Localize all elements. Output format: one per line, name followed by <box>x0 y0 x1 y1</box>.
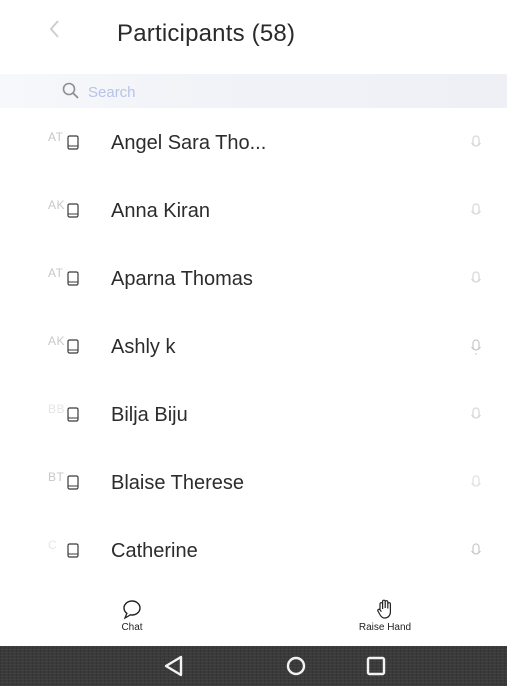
chevron-left-icon <box>49 20 59 38</box>
android-nav-bar <box>0 646 507 686</box>
microphone-icon <box>471 135 481 147</box>
mobile-device-icon <box>67 203 79 218</box>
raise-hand-icon <box>377 599 391 619</box>
participant-row[interactable]: AK Ashly k <box>0 314 507 382</box>
chat-label: Chat <box>121 622 143 633</box>
participant-row[interactable]: AT Aparna Thomas <box>0 246 507 314</box>
participant-name: Angel Sara Tho... <box>111 132 267 154</box>
mobile-device-icon <box>67 271 79 286</box>
raise-hand-button[interactable]: Raise Hand <box>340 596 430 644</box>
mobile-device-icon <box>67 135 79 150</box>
microphone-icon <box>471 271 481 283</box>
mobile-device-icon <box>67 543 79 558</box>
avatar-initials: AT <box>48 266 64 280</box>
participant-list: AT Angel Sara Tho... AK Anna Kiran AT Ap… <box>0 110 507 590</box>
avatar-initials: AT <box>48 130 64 144</box>
participant-row[interactable]: AK Anna Kiran <box>0 178 507 246</box>
avatar-initials: AK <box>48 334 66 348</box>
nav-back-icon[interactable] <box>159 652 191 680</box>
raise-hand-label: Raise Hand <box>358 622 412 633</box>
avatar-initials: AK <box>48 198 66 212</box>
microphone-icon <box>471 339 481 355</box>
page-title: Participants (58) <box>117 20 296 47</box>
search-icon <box>62 82 79 99</box>
back-button[interactable] <box>40 14 70 44</box>
chat-bubble-icon <box>123 600 141 620</box>
search-bar[interactable] <box>0 74 507 108</box>
participant-row[interactable]: C Catherine <box>0 518 507 586</box>
chat-button[interactable]: Chat <box>87 596 177 644</box>
microphone-icon <box>471 407 481 419</box>
microphone-icon <box>471 543 481 555</box>
nav-home-icon[interactable] <box>280 652 312 680</box>
avatar-initials: BB <box>48 402 66 416</box>
participant-name: Ashly k <box>111 336 176 358</box>
search-input[interactable] <box>86 78 470 106</box>
avatar-initials: C <box>48 538 58 552</box>
meeting-toolbar: Chat Raise Hand <box>0 594 507 646</box>
microphone-icon <box>471 475 481 487</box>
mobile-device-icon <box>67 475 79 490</box>
participant-name: Aparna Thomas <box>111 268 253 290</box>
nav-recent-apps-icon[interactable] <box>360 652 392 680</box>
participant-name: Catherine <box>111 540 198 562</box>
participant-row[interactable]: BT Blaise Therese <box>0 450 507 518</box>
participant-row[interactable]: BB Bilja Biju <box>0 382 507 450</box>
avatar-initials: BT <box>48 470 65 484</box>
mobile-device-icon <box>67 407 79 422</box>
mobile-device-icon <box>67 339 79 354</box>
header: Participants (58) <box>0 0 507 70</box>
participant-name: Anna Kiran <box>111 200 210 222</box>
participant-name: Bilja Biju <box>111 404 188 426</box>
participant-name: Blaise Therese <box>111 472 245 494</box>
microphone-icon <box>471 203 481 215</box>
participant-row[interactable]: AT Angel Sara Tho... <box>0 110 507 178</box>
